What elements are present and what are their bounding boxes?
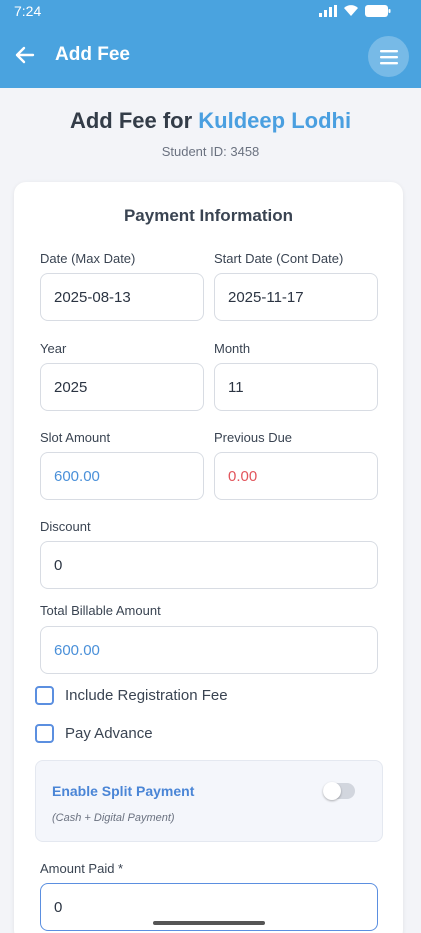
month-field[interactable]: 11 xyxy=(214,363,378,411)
arrow-left-icon xyxy=(15,46,35,64)
home-indicator xyxy=(153,921,265,925)
status-icons xyxy=(319,5,391,17)
pay-advance-row[interactable]: Pay Advance xyxy=(35,724,153,743)
start-date-field[interactable]: 2025-11-17 xyxy=(214,273,378,321)
status-time: 7:24 xyxy=(14,3,42,19)
app-title: Add Fee xyxy=(55,44,130,65)
previous-due-field[interactable]: 0.00 xyxy=(214,452,378,500)
discount-label: Discount xyxy=(40,519,91,534)
menu-button[interactable] xyxy=(368,36,409,77)
year-field[interactable]: 2025 xyxy=(40,363,204,411)
total-billable-label: Total Billable Amount xyxy=(40,603,161,618)
pay-advance-label: Pay Advance xyxy=(65,725,153,742)
student-name: Kuldeep Lodhi xyxy=(198,108,352,133)
date-max-field[interactable]: 2025-08-13 xyxy=(40,273,204,321)
total-billable-field[interactable]: 600.00 xyxy=(40,626,378,674)
signal-icon xyxy=(319,5,337,17)
split-payment-toggle[interactable] xyxy=(323,782,355,800)
start-date-label: Start Date (Cont Date) xyxy=(214,251,344,266)
include-registration-row[interactable]: Include Registration Fee xyxy=(35,686,228,705)
previous-due-label: Previous Due xyxy=(214,430,293,445)
back-button[interactable] xyxy=(14,44,36,66)
include-registration-label: Include Registration Fee xyxy=(65,687,228,704)
card-title: Payment Information xyxy=(123,206,294,225)
status-bar: 7:24 xyxy=(0,0,421,22)
wifi-icon xyxy=(344,5,358,17)
year-label: Year xyxy=(40,341,67,356)
include-registration-checkbox[interactable] xyxy=(35,686,54,705)
date-max-label: Date (Max Date) xyxy=(40,251,136,266)
app-bar: Add Fee xyxy=(0,22,421,88)
slot-amount-label: Slot Amount xyxy=(40,430,111,445)
slot-amount-field[interactable]: 600.00 xyxy=(40,452,204,500)
payment-card: Payment Information Date (Max Date) 2025… xyxy=(14,182,403,933)
page-title: Add Fee for Kuldeep Lodhi xyxy=(0,108,421,134)
split-payment-panel: Enable Split Payment (Cash + Digital Pay… xyxy=(35,760,383,842)
split-payment-subtitle: (Cash + Digital Payment) xyxy=(52,812,175,824)
amount-paid-label: Amount Paid * xyxy=(40,861,124,876)
menu-icon xyxy=(379,49,398,64)
battery-icon xyxy=(365,5,391,17)
pay-advance-checkbox[interactable] xyxy=(35,724,54,743)
discount-field[interactable]: 0 xyxy=(40,541,378,589)
toggle-knob xyxy=(323,782,341,800)
split-payment-title: Enable Split Payment xyxy=(52,783,195,799)
month-label: Month xyxy=(214,341,251,356)
page-title-prefix: Add Fee for xyxy=(69,108,193,133)
student-id: Student ID: 3458 xyxy=(161,144,260,159)
